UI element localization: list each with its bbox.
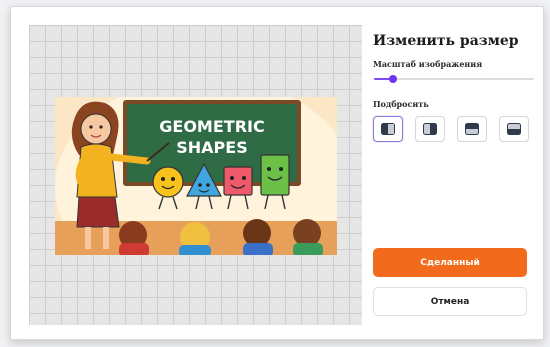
slider-thumb[interactable] xyxy=(389,75,398,83)
classroom-illustration: GEOMETRIC SHAPES xyxy=(55,97,337,255)
resize-dialog: GEOMETRIC SHAPES Изменить размер Масштаб… xyxy=(10,6,544,340)
image-preview[interactable]: GEOMETRIC SHAPES xyxy=(55,97,337,255)
done-button[interactable]: Сделанный xyxy=(373,248,527,277)
scale-label: Масштаб изображения xyxy=(373,59,483,69)
split-top-dark-icon xyxy=(465,123,479,135)
board-heading-line1: GEOMETRIC xyxy=(159,117,264,136)
image-canvas[interactable]: GEOMETRIC SHAPES xyxy=(29,25,362,325)
flip-option-left[interactable] xyxy=(373,116,403,142)
flip-options xyxy=(373,116,529,142)
split-bottom-dark-icon xyxy=(507,123,521,135)
flip-label: Подбросить xyxy=(373,99,429,109)
slider-track[interactable] xyxy=(374,78,534,80)
board-heading-line2: SHAPES xyxy=(176,138,247,157)
flip-option-right[interactable] xyxy=(415,116,445,142)
split-left-dark-icon xyxy=(381,123,395,135)
flip-option-top[interactable] xyxy=(457,116,487,142)
scale-slider[interactable] xyxy=(374,75,534,83)
dialog-title: Изменить размер xyxy=(373,33,519,49)
cancel-button[interactable]: Отмена xyxy=(373,287,527,316)
split-right-dark-icon xyxy=(423,123,437,135)
flip-option-bottom[interactable] xyxy=(499,116,529,142)
